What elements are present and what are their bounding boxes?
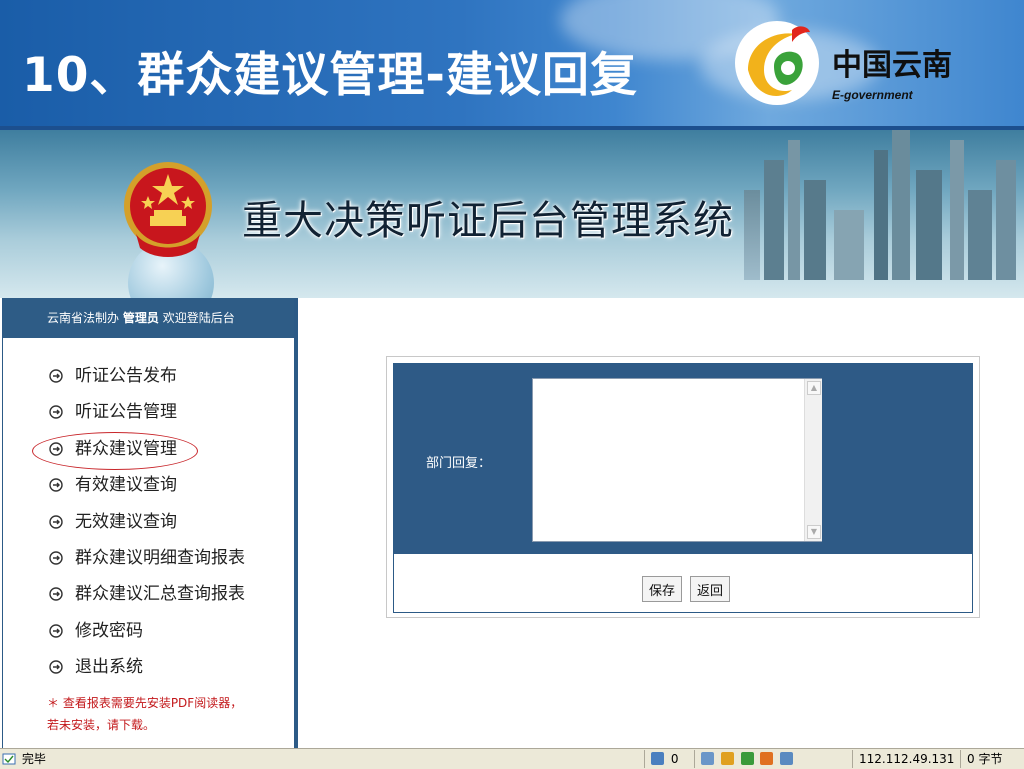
sidebar-item-valid-suggestion-query[interactable]: 有效建议查询 bbox=[3, 467, 245, 503]
back-button[interactable]: 返回 bbox=[690, 576, 731, 602]
network-icon[interactable] bbox=[701, 752, 714, 765]
sidebar: 云南省法制办 管理员 欢迎登陆后台 听证公告发布 听证公告管理 群众建议管理 有… bbox=[2, 298, 298, 748]
sidebar-item-suggestion-summary-report[interactable]: 群众建议汇总查询报表 bbox=[3, 576, 245, 612]
sidebar-item-label: 有效建议查询 bbox=[75, 475, 177, 496]
status-counter: 0 bbox=[670, 752, 679, 766]
reply-textarea[interactable] bbox=[532, 378, 822, 542]
pointing-hand-icon bbox=[49, 405, 63, 420]
status-ip: 112.112.49.131 bbox=[852, 750, 958, 768]
logo-mark-icon bbox=[735, 21, 819, 105]
national-emblem-icon bbox=[124, 162, 212, 257]
scroll-up-icon[interactable]: ▲ bbox=[807, 381, 821, 395]
security-icon[interactable] bbox=[740, 752, 754, 765]
sidebar-menu: 听证公告发布 听证公告管理 群众建议管理 有效建议查询 无效建议查询 群众建议明… bbox=[3, 358, 245, 686]
slide-header: 10、群众建议管理-建议回复 中国云南 E-government bbox=[0, 0, 1024, 126]
sidebar-item-change-password[interactable]: 修改密码 bbox=[3, 613, 245, 649]
note-line: ＊ 查看报表需要先安装PDF阅读器， bbox=[47, 696, 243, 710]
zone-icon[interactable] bbox=[780, 752, 794, 765]
sidebar-item-label: 无效建议查询 bbox=[75, 511, 177, 532]
reply-scrollbar[interactable]: ▲ ▼ bbox=[804, 379, 822, 541]
sidebar-item-label: 听证公告管理 bbox=[75, 402, 177, 423]
pointing-hand-icon bbox=[49, 478, 63, 492]
sidebar-item-invalid-suggestion-query[interactable]: 无效建议查询 bbox=[3, 504, 245, 540]
scroll-down-icon[interactable]: ▼ bbox=[807, 525, 821, 539]
sidebar-item-label: 听证公告发布 bbox=[75, 366, 177, 386]
sidebar-item-logout[interactable]: 退出系统 bbox=[3, 649, 245, 685]
popup-blocker-icon[interactable] bbox=[720, 752, 734, 765]
yunnan-egov-logo: 中国云南 E-government bbox=[728, 14, 988, 112]
logo-subtitle: E-government bbox=[832, 88, 913, 102]
pointing-hand-icon bbox=[49, 514, 63, 529]
pdf-reader-note: ＊ 查看报表需要先安装PDF阅读器， 若未安装，请下载。 bbox=[47, 692, 287, 736]
addon-icon[interactable] bbox=[760, 752, 774, 765]
user-role: 管理员 bbox=[122, 311, 159, 325]
slide-title: 10、群众建议管理-建议回复 bbox=[22, 48, 638, 103]
system-title: 重大决策听证后台管理系统 bbox=[242, 198, 734, 244]
reply-form-body: 部门回复： ▲ ▼ bbox=[394, 364, 972, 554]
shield-icon bbox=[651, 752, 664, 765]
org-name: 云南省法制办 bbox=[47, 311, 120, 325]
pointing-hand-icon bbox=[49, 551, 63, 565]
pointing-hand-icon bbox=[49, 624, 63, 638]
save-button[interactable]: 保存 bbox=[642, 576, 683, 602]
city-skyline-decoration bbox=[744, 130, 1016, 280]
status-text: 完毕 bbox=[21, 752, 46, 766]
sidebar-item-label: 退出系统 bbox=[75, 657, 143, 678]
status-tray-icons bbox=[694, 750, 804, 768]
sidebar-header: 云南省法制办 管理员 欢迎登陆后台 bbox=[3, 298, 294, 338]
sidebar-item-hearing-notice-publish[interactable]: 听证公告发布 bbox=[3, 358, 245, 394]
reply-form-panel: 部门回复： ▲ ▼ 保存 返回 bbox=[393, 363, 973, 613]
sidebar-item-hearing-notice-manage[interactable]: 听证公告管理 bbox=[3, 394, 245, 430]
status-area: 完毕 bbox=[2, 750, 46, 768]
sidebar-item-label: 群众建议明细查询报表 bbox=[75, 547, 245, 568]
page-done-icon bbox=[2, 753, 16, 765]
logo-name: 中国云南 bbox=[832, 48, 952, 83]
status-counter-area: 0 bbox=[644, 750, 684, 768]
note-line-download-link[interactable]: 若未安装，请下载。 bbox=[47, 714, 287, 736]
sidebar-item-label: 群众建议汇总查询报表 bbox=[75, 584, 245, 605]
pointing-hand-icon bbox=[49, 369, 63, 383]
pointing-hand-icon bbox=[49, 660, 63, 674]
sidebar-item-suggestion-detail-report[interactable]: 群众建议明细查询报表 bbox=[3, 540, 245, 576]
welcome-text: 欢迎登陆后台 bbox=[162, 311, 235, 325]
system-banner: 重大决策听证后台管理系统 bbox=[0, 130, 1024, 298]
status-bytes: 0 字节 bbox=[960, 750, 1024, 768]
highlight-annotation-ring bbox=[32, 432, 198, 470]
reply-form: 部门回复： ▲ ▼ 保存 返回 bbox=[386, 356, 980, 618]
reply-label: 部门回复： bbox=[426, 456, 492, 471]
pointing-hand-icon bbox=[49, 587, 63, 602]
browser-statusbar: 完毕 0 112.112.49.131 0 字节 bbox=[0, 748, 1024, 769]
sidebar-item-label: 修改密码 bbox=[75, 620, 143, 641]
